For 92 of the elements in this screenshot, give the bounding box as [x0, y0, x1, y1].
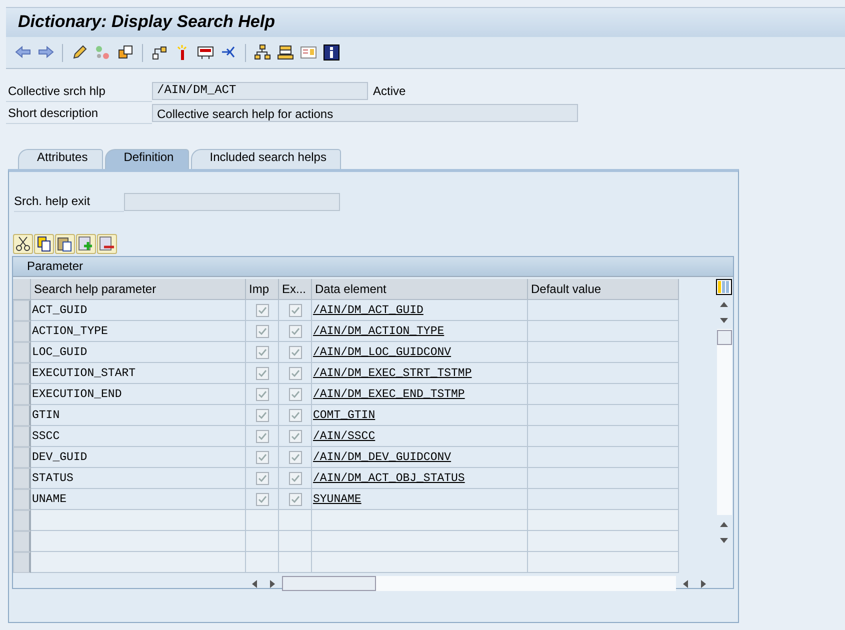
checkbox[interactable] — [289, 408, 302, 422]
data-element-link[interactable]: /AIN/DM_EXEC_END_TSTMP — [313, 388, 465, 400]
data-element-link[interactable]: /AIN/SSCC — [313, 430, 376, 442]
input-field[interactable] — [124, 192, 340, 210]
table-cell: SSCC — [31, 426, 246, 447]
window-title: Dictionary: Display Search Help — [17, 11, 276, 32]
document-icon[interactable] — [300, 44, 317, 61]
checkbox[interactable] — [289, 450, 302, 464]
column-header[interactable]: Imp — [246, 279, 279, 300]
tab[interactable]: Definition — [104, 149, 189, 169]
screen-icon[interactable] — [197, 44, 214, 61]
row-selector[interactable] — [13, 300, 31, 321]
table-cell — [279, 552, 312, 573]
horizontal-scrollbar[interactable] — [282, 576, 676, 591]
column-header[interactable]: Data element — [312, 279, 528, 300]
row-selector[interactable] — [13, 363, 31, 384]
row-selector[interactable] — [13, 384, 31, 405]
table-cell: STATUS — [31, 468, 246, 489]
tree-icon[interactable] — [254, 44, 271, 61]
checkbox[interactable] — [256, 472, 269, 484]
display-field[interactable]: /AIN/DM_ACT — [152, 82, 368, 100]
checkbox[interactable] — [256, 492, 269, 506]
column-settings-icon[interactable] — [716, 279, 732, 295]
checkbox[interactable] — [289, 304, 302, 316]
table-title: Parameter — [13, 257, 733, 277]
back-arrow-icon[interactable] — [14, 44, 31, 61]
row-selector[interactable] — [13, 426, 31, 447]
delete-row-icon[interactable] — [97, 234, 117, 254]
table-cell — [246, 552, 279, 573]
info-icon[interactable] — [323, 44, 340, 61]
table-cell: ACTION_TYPE — [31, 321, 246, 342]
row-selector[interactable] — [13, 321, 31, 342]
row-selector[interactable] — [13, 531, 31, 552]
checkbox[interactable] — [289, 366, 302, 380]
insert-row-icon[interactable] — [76, 234, 96, 254]
data-element-link[interactable]: /AIN/DM_EXEC_STRT_TSTMP — [313, 366, 472, 380]
scroll-thumb[interactable] — [716, 330, 732, 345]
checkbox[interactable] — [256, 304, 269, 316]
column-header[interactable]: Default value — [528, 279, 679, 300]
checkbox[interactable] — [256, 346, 269, 358]
row-selector[interactable] — [13, 489, 31, 510]
row-selector[interactable] — [13, 447, 31, 468]
table-cell: EXECUTION_END — [31, 384, 246, 405]
row-selector[interactable] — [13, 405, 31, 426]
forward-arrow-icon[interactable] — [37, 44, 54, 61]
data-element-link[interactable]: /AIN/DM_ACT_GUID — [313, 304, 424, 316]
checkbox[interactable] — [289, 346, 302, 358]
checkbox[interactable] — [289, 492, 302, 506]
scrollbar[interactable] — [716, 329, 732, 515]
row-selector[interactable] — [13, 468, 31, 489]
stack-icon[interactable] — [277, 44, 294, 61]
table-cell: GTIN — [31, 405, 246, 426]
pencil-icon[interactable] — [71, 44, 88, 61]
scissors-icon[interactable] — [13, 234, 33, 254]
checkbox[interactable] — [289, 472, 302, 484]
row-selector[interactable] — [13, 552, 31, 573]
checkbox[interactable] — [256, 366, 269, 380]
column-header[interactable]: Ex... — [279, 279, 312, 300]
status-text: Active — [373, 84, 406, 98]
column-header[interactable]: Search help parameter — [31, 279, 246, 300]
table-cell: LOC_GUID — [31, 342, 246, 363]
checkbox[interactable] — [256, 324, 269, 338]
data-element-link[interactable]: /AIN/DM_ACT_OBJ_STATUS — [313, 472, 465, 484]
data-element-link[interactable]: SYUNAME — [313, 492, 362, 506]
tab[interactable]: Attributes — [18, 149, 103, 169]
checkbox[interactable] — [256, 430, 269, 442]
checkbox[interactable] — [256, 450, 269, 464]
display-field[interactable]: Collective search help for actions — [152, 104, 578, 122]
checkbox[interactable] — [289, 324, 302, 338]
scroll-thumb[interactable] — [282, 576, 376, 591]
row-selector[interactable] — [13, 342, 31, 363]
checkbox[interactable] — [289, 430, 302, 442]
table-cell: EXECUTION_START — [31, 363, 246, 384]
data-element-link[interactable]: COMT_GTIN — [313, 408, 376, 422]
data-element-link[interactable]: /AIN/DM_DEV_GUIDCONV — [313, 450, 452, 464]
header-corner — [13, 279, 31, 300]
clipboard-icon[interactable] — [55, 234, 75, 254]
window-stack-icon[interactable] — [117, 44, 134, 61]
table-cell — [246, 531, 279, 552]
table-cell — [279, 531, 312, 552]
data-element-link[interactable]: /AIN/DM_LOC_GUIDCONV — [313, 346, 452, 358]
table-cell: ACT_GUID — [31, 300, 246, 321]
circles-icon[interactable] — [94, 44, 111, 61]
copy-icon[interactable] — [34, 234, 54, 254]
row-selector[interactable] — [13, 510, 31, 531]
hierarchy-icon[interactable] — [151, 44, 168, 61]
tab[interactable]: Included search helps — [190, 149, 342, 169]
data-element-link[interactable]: /AIN/DM_ACTION_TYPE — [313, 324, 444, 338]
table-cell: DEV_GUID — [31, 447, 246, 468]
checkbox[interactable] — [256, 388, 269, 400]
checkbox[interactable] — [256, 408, 269, 422]
checkbox[interactable] — [289, 388, 302, 400]
